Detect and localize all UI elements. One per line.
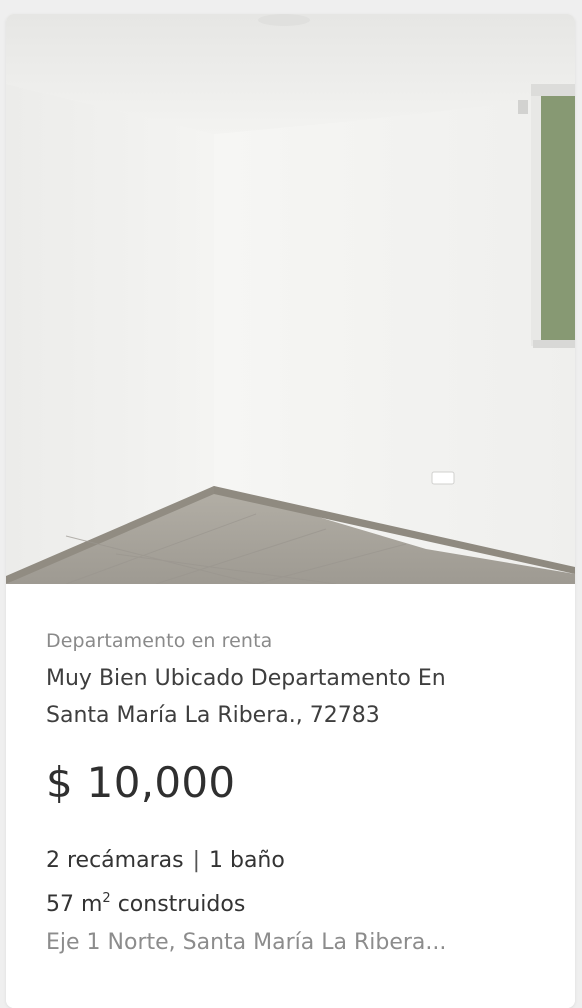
area-value: 57 m	[46, 892, 103, 917]
rooms-line: 2 recámaras | 1 baño	[46, 842, 285, 880]
listing-price: $ 10,000	[46, 758, 236, 807]
bedrooms: 2 recámaras	[46, 848, 184, 873]
area-line: 57 m2 construidos	[46, 880, 285, 924]
room-photo-image	[6, 14, 575, 584]
listing-photo[interactable]	[6, 14, 575, 584]
listing-card[interactable]: Departamento en renta Muy Bien Ubicado D…	[6, 14, 575, 1008]
bathrooms: 1 baño	[209, 848, 285, 873]
feature-separator: |	[192, 848, 200, 873]
listing-title-line-2: Santa María La Ribera., 72783	[46, 703, 380, 728]
listing-features: 2 recámaras | 1 baño 57 m2 construidos	[46, 842, 285, 924]
property-type: Departamento en renta	[46, 630, 273, 652]
area-unit-superscript: 2	[102, 891, 111, 906]
listing-title-line-1: Muy Bien Ubicado Departamento En	[46, 666, 446, 691]
listing-title[interactable]: Muy Bien Ubicado Departamento En Santa M…	[46, 660, 546, 734]
listing-info[interactable]: Departamento en renta Muy Bien Ubicado D…	[6, 584, 575, 1008]
area-label: construidos	[117, 892, 246, 917]
listing-address: Eje 1 Norte, Santa María La Ribera...	[46, 930, 447, 955]
